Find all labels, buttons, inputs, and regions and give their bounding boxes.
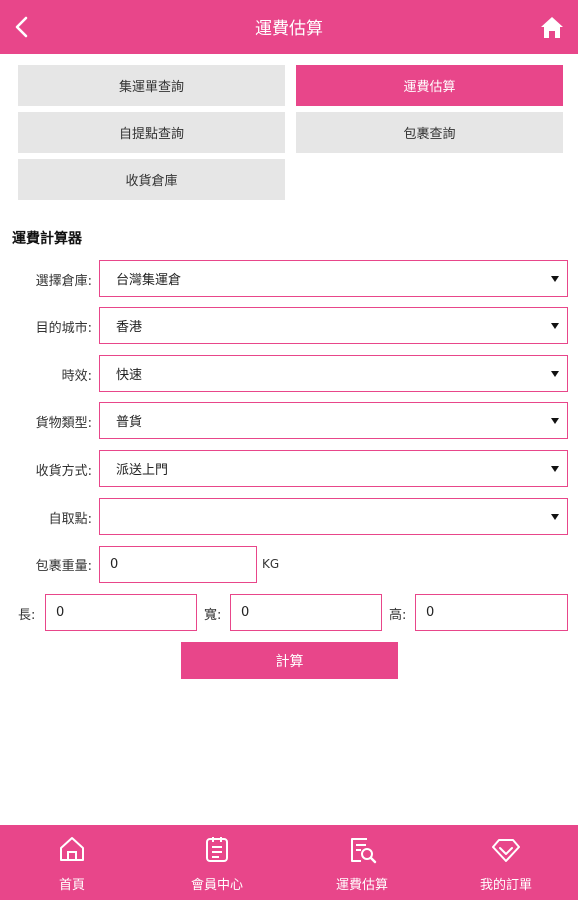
warehouse-select[interactable]: 台灣集運倉 xyxy=(99,260,568,297)
speed-label: 時效: xyxy=(61,369,92,384)
weight-value: 0 xyxy=(110,557,119,572)
dropdown-arrow-icon xyxy=(551,465,559,472)
goods-type-label: 貨物類型: xyxy=(35,416,92,431)
tab-parcel-query[interactable]: 包裹查詢 xyxy=(296,112,563,153)
nav-label-home: 首頁 xyxy=(58,878,85,893)
weight-input[interactable]: 0 xyxy=(99,546,257,583)
nav-item-home[interactable]: 首頁 xyxy=(0,825,144,900)
weight-label: 包裹重量: xyxy=(35,559,92,574)
tab-consolidation-query[interactable]: 集運單查詢 xyxy=(18,65,285,106)
clipboard-icon xyxy=(202,834,232,864)
delivery-method-value: 派送上門 xyxy=(116,463,169,478)
calculate-button[interactable]: 計算 xyxy=(181,642,398,679)
calculator-search-icon xyxy=(347,834,377,864)
nav-item-my-orders[interactable]: 我的訂單 xyxy=(434,825,578,900)
length-value: 0 xyxy=(56,605,65,620)
dropdown-arrow-icon xyxy=(551,275,559,282)
delivery-method-label: 收貨方式: xyxy=(35,464,92,479)
speed-select[interactable]: 快速 xyxy=(99,355,568,392)
nav-label-shipping-estimate: 運費估算 xyxy=(335,878,388,893)
weight-unit: KG xyxy=(262,557,280,571)
nav-label-member-center: 會員中心 xyxy=(190,878,243,893)
width-label: 寬: xyxy=(204,608,222,623)
nav-label-my-orders: 我的訂單 xyxy=(479,878,532,893)
dropdown-arrow-icon xyxy=(551,513,559,520)
tab-shipping-estimate[interactable]: 運費估算 xyxy=(296,65,563,106)
city-select[interactable]: 香港 xyxy=(99,307,568,344)
goods-type-select[interactable]: 普貨 xyxy=(99,402,568,439)
warehouse-value: 台灣集運倉 xyxy=(116,273,182,288)
length-input[interactable]: 0 xyxy=(45,594,197,631)
pickup-point-select[interactable] xyxy=(99,498,568,535)
goods-type-value: 普貨 xyxy=(116,415,143,430)
height-label: 高: xyxy=(389,608,407,623)
speed-value: 快速 xyxy=(116,368,143,383)
length-label: 長: xyxy=(18,608,36,623)
height-value: 0 xyxy=(426,605,435,620)
width-input[interactable]: 0 xyxy=(230,594,382,631)
tab-pickup-point-query[interactable]: 自提點查詢 xyxy=(18,112,285,153)
city-label: 目的城市: xyxy=(35,321,92,336)
city-value: 香港 xyxy=(116,320,143,335)
page-title: 運費估算 xyxy=(255,19,323,39)
home-icon[interactable] xyxy=(538,13,566,41)
home-outline-icon xyxy=(57,834,87,864)
delivery-method-select[interactable]: 派送上門 xyxy=(99,450,568,487)
dropdown-arrow-icon xyxy=(551,322,559,329)
width-value: 0 xyxy=(241,605,250,620)
dropdown-arrow-icon xyxy=(551,370,559,377)
diamond-icon xyxy=(491,834,521,864)
warehouse-label: 選擇倉庫: xyxy=(35,274,92,289)
nav-item-shipping-estimate[interactable]: 運費估算 xyxy=(290,825,434,900)
nav-item-member-center[interactable]: 會員中心 xyxy=(145,825,289,900)
dropdown-arrow-icon xyxy=(551,417,559,424)
bottom-nav: 首頁 會員中心 運費估算 我的訂單 xyxy=(0,825,578,900)
pickup-point-label: 自取點: xyxy=(48,512,92,527)
calculator-title: 運費計算器 xyxy=(12,231,82,247)
tab-receiving-warehouse[interactable]: 收貨倉庫 xyxy=(18,159,285,200)
height-input[interactable]: 0 xyxy=(415,594,568,631)
top-bar: 運費估算 xyxy=(0,0,578,54)
